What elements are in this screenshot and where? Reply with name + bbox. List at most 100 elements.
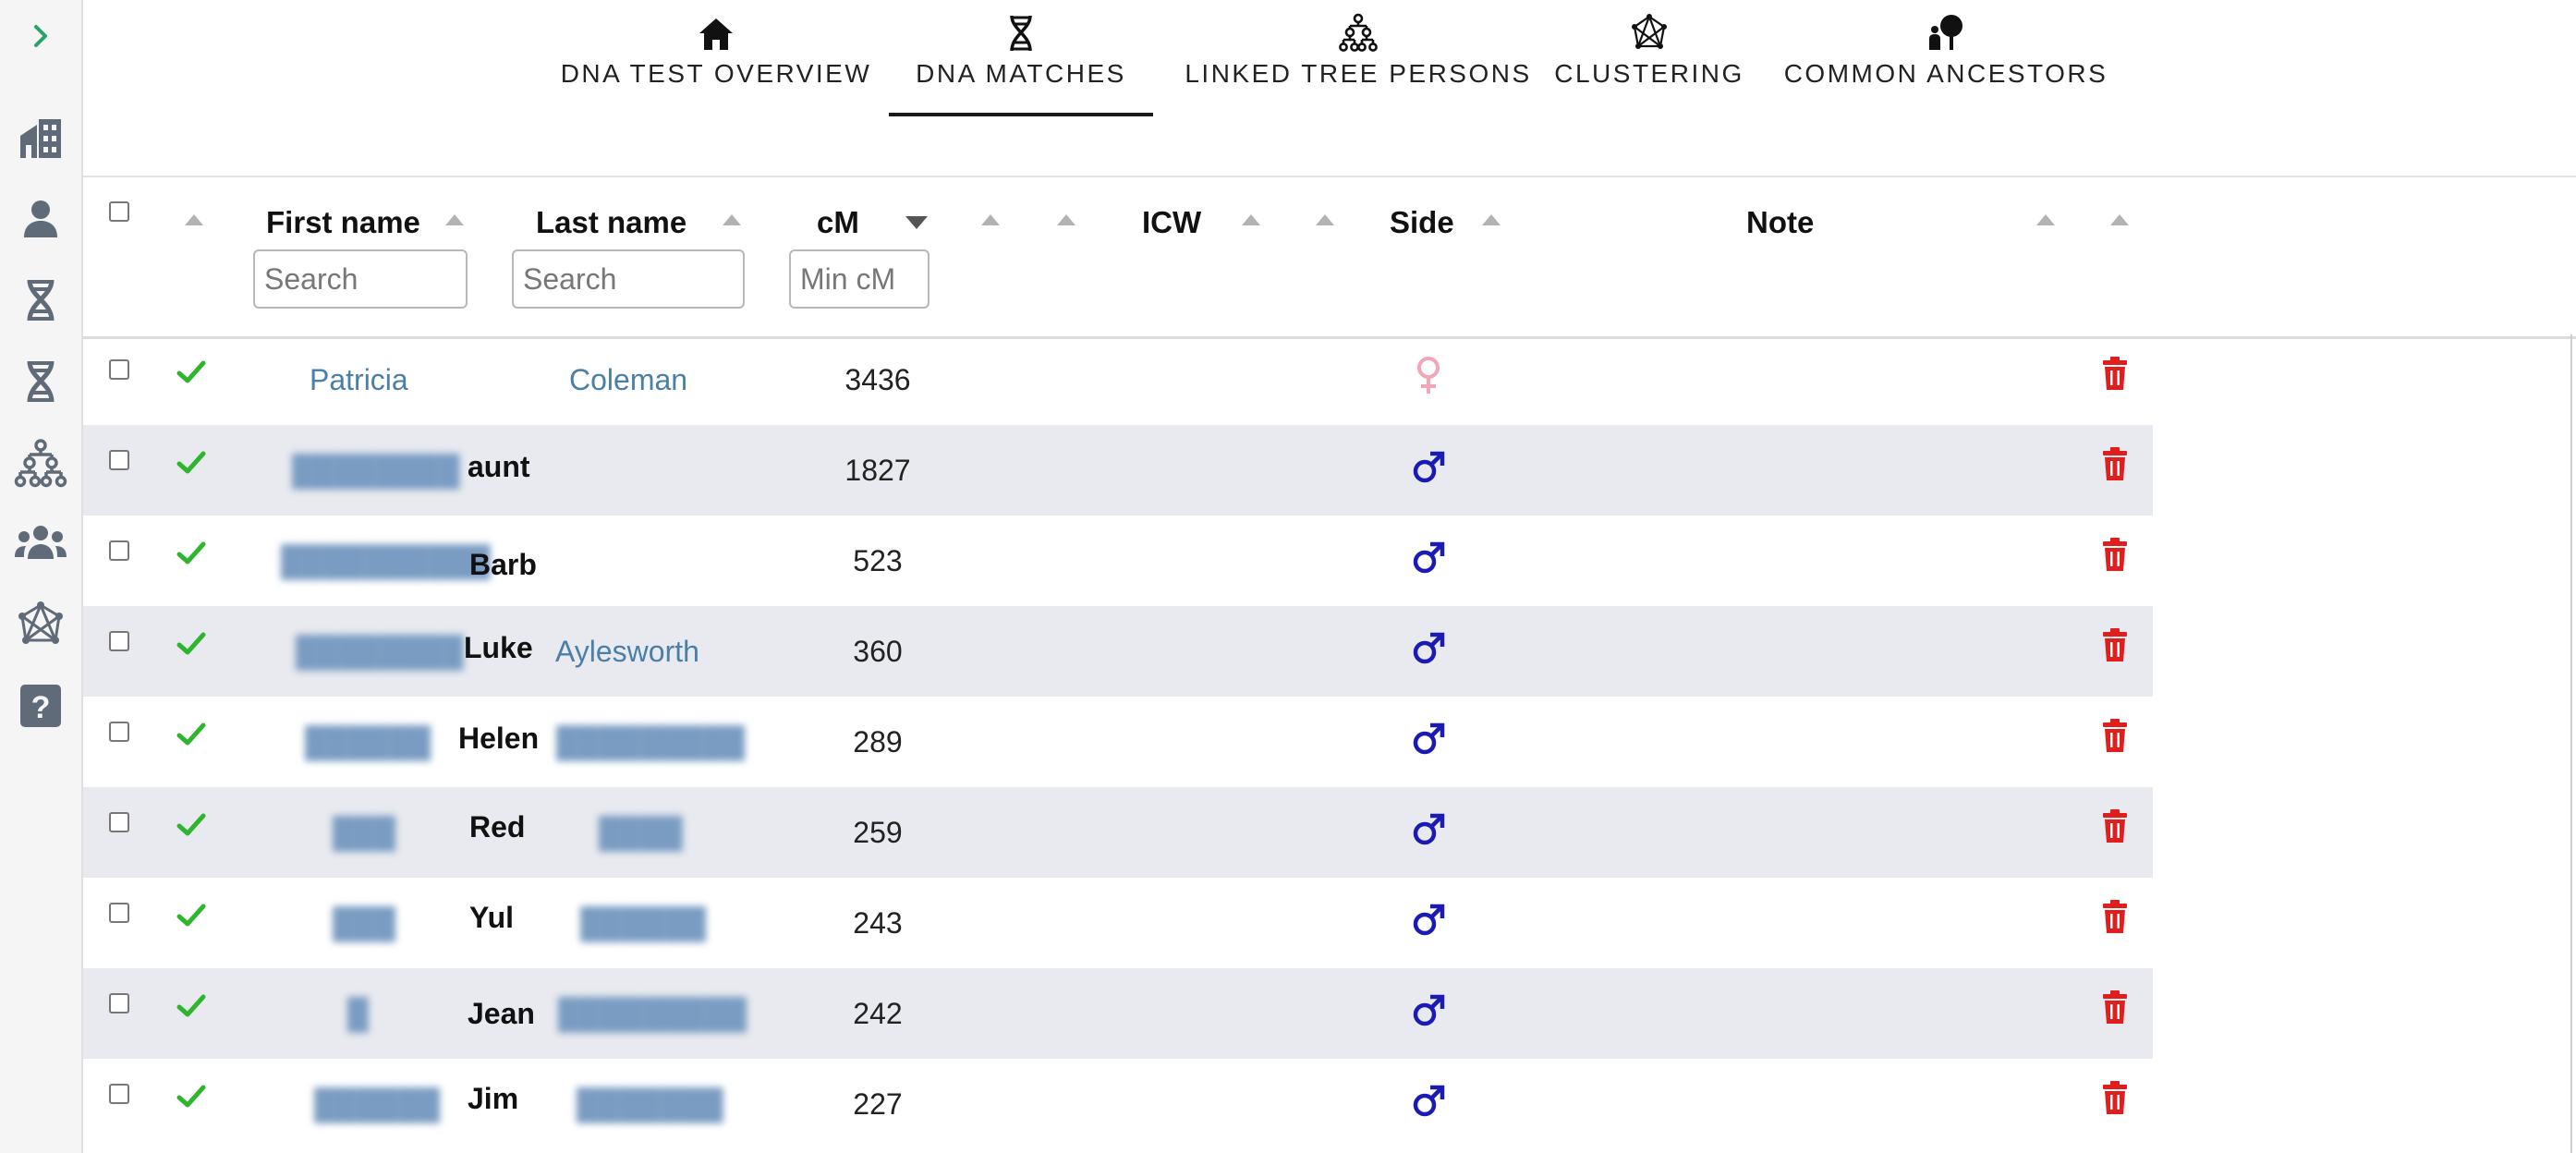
trash-icon[interactable]: [2101, 447, 2129, 480]
family-tree-icon: [1339, 13, 1378, 52]
trash-icon[interactable]: [2101, 1081, 2129, 1114]
row-checkbox[interactable]: [109, 993, 129, 1013]
row-checkbox[interactable]: [109, 540, 129, 561]
sidebar-item-help[interactable]: ?: [0, 674, 81, 739]
row-checkbox[interactable]: [109, 903, 129, 923]
sidebar-item-dna-2[interactable]: [0, 349, 81, 414]
trash-icon[interactable]: [2101, 628, 2129, 661]
redacted-name: ███████: [577, 1086, 723, 1121]
tab-linked-tree-persons[interactable]: LINKED TREE PERSONS: [1183, 0, 1534, 116]
tab-label: CLUSTERING: [1554, 59, 1744, 88]
checkmark-icon: [176, 722, 206, 746]
min-cm-input[interactable]: [789, 249, 930, 309]
row-checkbox[interactable]: [109, 450, 129, 470]
male-icon: [1413, 451, 1445, 483]
table-row[interactable]: ██████ Jim ███████ 227: [83, 1059, 2153, 1149]
expand-sidebar-button[interactable]: [0, 4, 81, 68]
table-row[interactable]: █ Jean █████████ 242: [83, 968, 2153, 1059]
sort-column-button[interactable]: [2110, 214, 2129, 225]
column-cm: cM: [817, 205, 859, 239]
cm-value: 3436: [844, 362, 911, 396]
row-checkbox[interactable]: [109, 1084, 129, 1104]
male-icon: [1413, 904, 1445, 936]
tab-clustering[interactable]: CLUSTERING: [1552, 0, 1746, 116]
cm-value: 242: [853, 996, 903, 1030]
trash-icon[interactable]: [2101, 809, 2129, 843]
column-side: Side: [1390, 205, 1454, 239]
scrollbar[interactable]: [2570, 334, 2576, 1153]
sort-first-name-button[interactable]: [445, 214, 464, 225]
sort-note-button[interactable]: [2036, 214, 2055, 225]
trash-icon[interactable]: [2101, 538, 2129, 571]
first-name: aunt: [468, 449, 530, 483]
row-checkbox[interactable]: [109, 359, 129, 380]
table-row[interactable]: ████████ Luke Aylesworth 360: [83, 606, 2153, 697]
buildings-icon: [20, 119, 61, 158]
sidebar-item-person[interactable]: [0, 187, 81, 251]
sort-cm-button[interactable]: [905, 216, 928, 229]
table-row[interactable]: ██████ Helen █████████ 289: [83, 697, 2153, 787]
first-name-link[interactable]: Patricia: [310, 334, 408, 425]
redacted-name: █████████: [558, 996, 747, 1030]
sort-column-button[interactable]: [981, 214, 1000, 225]
male-icon: [1413, 541, 1445, 574]
male-icon: [1413, 813, 1445, 845]
table-row[interactable]: ████████ aunt 1827: [83, 425, 2153, 516]
first-name: Barb: [469, 547, 537, 581]
column-last-name: Last name: [536, 205, 687, 239]
last-name-link[interactable]: Coleman: [569, 334, 687, 425]
cm-value: 259: [853, 815, 903, 849]
table-row[interactable]: ███ Red ████ 259: [83, 787, 2153, 878]
table-row[interactable]: ██████████ Barb 523: [83, 516, 2153, 606]
redacted-name: ████████: [296, 634, 464, 668]
sort-last-name-button[interactable]: [723, 214, 741, 225]
redacted-name: ██████: [314, 1086, 441, 1121]
sidebar-item-dna-1[interactable]: [0, 268, 81, 333]
sort-icw-button[interactable]: [1242, 214, 1260, 225]
family-tree-icon: [14, 439, 67, 488]
checkmark-icon: [176, 360, 206, 383]
first-name-search-input[interactable]: [253, 249, 468, 309]
redacted-name: ███: [333, 815, 396, 849]
column-note: Note: [1746, 205, 1815, 239]
tab-label: LINKED TREE PERSONS: [1185, 59, 1532, 88]
sort-column-button[interactable]: [1057, 214, 1075, 225]
tab-dna-matches[interactable]: DNA MATCHES: [889, 0, 1153, 116]
table-row[interactable]: Patricia Coleman 3436: [83, 334, 2153, 425]
sidebar-item-buildings[interactable]: [0, 105, 81, 170]
tab-dna-test-overview[interactable]: DNA TEST OVERVIEW: [561, 0, 869, 116]
trash-icon[interactable]: [2101, 719, 2129, 752]
tab-common-ancestors[interactable]: COMMON ANCESTORS: [1780, 0, 2112, 116]
first-name: Jean: [468, 996, 535, 1030]
redacted-name: ███: [333, 905, 396, 940]
last-name-link[interactable]: Aylesworth: [555, 606, 699, 697]
trash-icon[interactable]: [2101, 900, 2129, 933]
trash-icon[interactable]: [2101, 357, 2129, 390]
sidebar-item-network[interactable]: [0, 593, 81, 658]
table-row[interactable]: ███ Yul ██████ 243: [83, 878, 2153, 968]
trash-icon[interactable]: [2101, 990, 2129, 1024]
sidebar-item-family-tree[interactable]: [0, 431, 81, 495]
first-name: Red: [469, 809, 526, 844]
row-checkbox[interactable]: [109, 722, 129, 742]
row-checkbox[interactable]: [109, 631, 129, 651]
redacted-name: █████████: [556, 724, 746, 759]
select-all-checkbox[interactable]: [109, 201, 129, 222]
last-name-search-input[interactable]: [512, 249, 745, 309]
checkmark-icon: [176, 451, 206, 474]
checkmark-icon: [176, 1085, 206, 1108]
sort-column-button[interactable]: [1316, 214, 1334, 225]
redacted-name: █: [347, 996, 369, 1030]
sort-status-button[interactable]: [185, 214, 203, 225]
group-icon: [15, 526, 67, 559]
table-header: First name Last name cM ICW Side Note: [83, 176, 2576, 339]
sidebar-item-group[interactable]: [0, 512, 81, 576]
row-checkbox[interactable]: [109, 812, 129, 832]
redacted-name: ████: [599, 815, 683, 849]
sort-side-button[interactable]: [1482, 214, 1501, 225]
male-icon: [1413, 994, 1445, 1026]
redacted-name: ██████: [580, 905, 707, 940]
ancestor-tree-icon: [1929, 15, 1962, 50]
redacted-name: ████████: [292, 453, 460, 487]
checkmark-icon: [176, 813, 206, 836]
